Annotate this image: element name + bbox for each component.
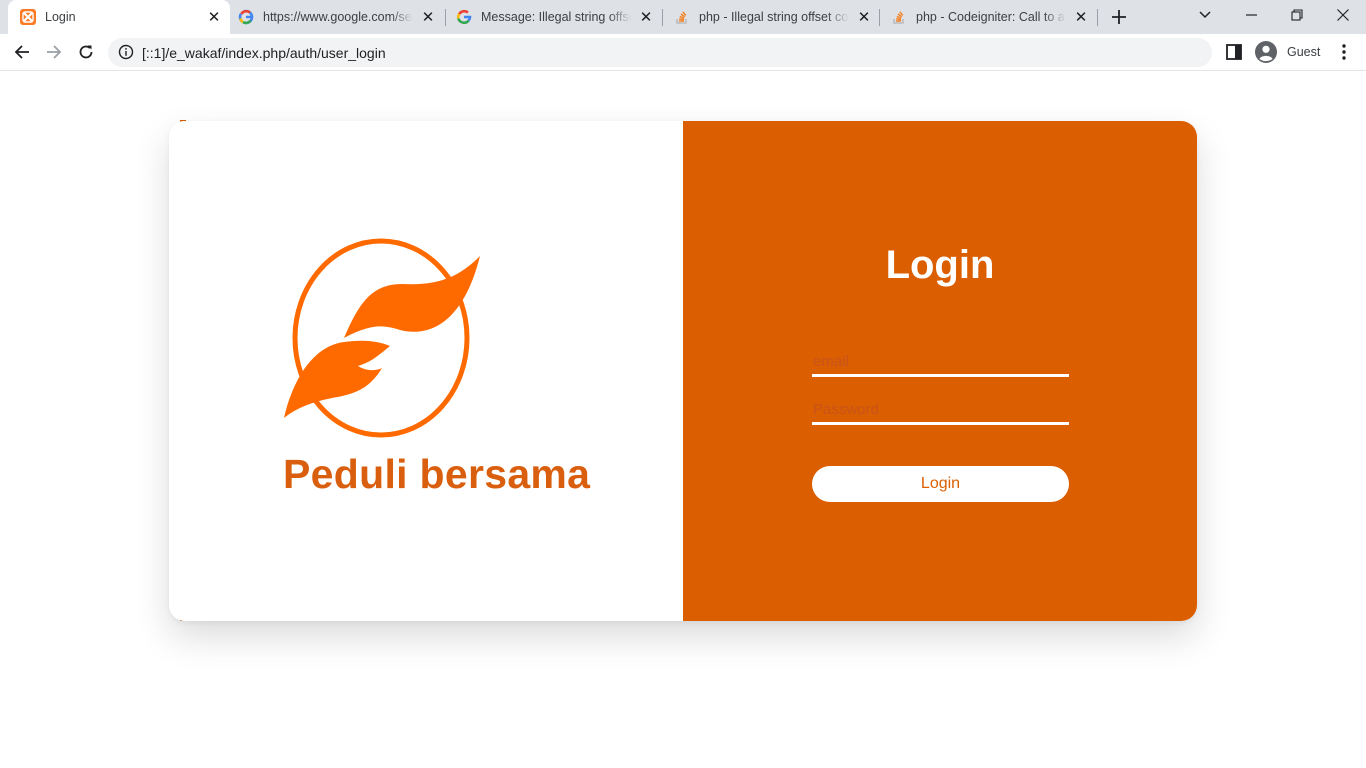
tab-title: Message: Illegal string offset [481, 10, 631, 24]
arrow-left-icon [14, 45, 29, 59]
tab-codeigniter-call[interactable]: php - Codeigniter: Call to a member ✕ [879, 0, 1097, 34]
login-button[interactable]: Login [812, 466, 1069, 502]
more-options-icon[interactable] [1334, 42, 1354, 62]
close-icon[interactable]: ✕ [419, 8, 437, 26]
tab-separator [1097, 9, 1098, 26]
address-bar[interactable]: [::1]/e_wakaf/index.php/auth/user_login [108, 38, 1212, 67]
tab-message-illegal-offset[interactable]: Message: Illegal string offset ✕ [444, 0, 662, 34]
minimize-button[interactable] [1228, 0, 1274, 30]
login-card: Peduli bersama Login Login [169, 121, 1197, 621]
close-icon[interactable]: ✕ [1072, 8, 1090, 26]
password-field[interactable] [812, 397, 1069, 425]
tab-title: php - Codeigniter: Call to a member [916, 10, 1066, 24]
google-icon [238, 9, 254, 25]
chevron-down-icon [1199, 11, 1211, 19]
close-icon[interactable]: ✕ [205, 8, 223, 26]
close-icon[interactable]: ✕ [637, 8, 655, 26]
brand-name: Peduli bersama [283, 451, 591, 497]
close-icon[interactable]: ✕ [855, 8, 873, 26]
tab-login[interactable]: Login ✕ [8, 0, 230, 34]
xampp-icon [20, 9, 36, 25]
back-button[interactable] [8, 38, 36, 66]
stackoverflow-icon [891, 9, 907, 25]
plus-icon [1112, 10, 1126, 24]
reload-icon [79, 45, 93, 59]
tab-strip: Login ✕ https://www.google.com/search ✕ … [0, 0, 1366, 34]
arrow-right-icon [47, 45, 62, 59]
side-panel-icon[interactable] [1224, 42, 1244, 62]
tab-google-search[interactable]: https://www.google.com/search ✕ [226, 0, 444, 34]
profile-button[interactable]: Guest [1252, 37, 1326, 67]
tab-title: Login [45, 10, 76, 24]
info-icon[interactable] [118, 44, 134, 60]
tab-search-button[interactable] [1182, 0, 1228, 30]
stackoverflow-icon [674, 9, 690, 25]
logo-icon [284, 238, 480, 438]
close-icon [1337, 9, 1349, 21]
browser-toolbar: [::1]/e_wakaf/index.php/auth/user_login … [0, 34, 1366, 71]
login-heading: Login [885, 243, 995, 287]
avatar-icon [1255, 41, 1277, 63]
new-tab-button[interactable] [1108, 6, 1130, 28]
address-url: [::1]/e_wakaf/index.php/auth/user_login [142, 45, 386, 61]
tab-php-illegal-offset[interactable]: php - Illegal string offset code ✕ [662, 0, 880, 34]
google-icon [456, 9, 472, 25]
brand-panel: Peduli bersama [169, 121, 683, 621]
login-panel: Login Login [683, 121, 1197, 621]
close-window-button[interactable] [1320, 0, 1366, 30]
profile-label: Guest [1287, 45, 1321, 59]
minimize-icon [1245, 14, 1257, 16]
tab-title: https://www.google.com/search [263, 10, 413, 24]
reload-button[interactable] [72, 38, 100, 66]
restore-icon [1291, 9, 1303, 21]
email-field[interactable] [812, 349, 1069, 377]
restore-button[interactable] [1274, 0, 1320, 30]
forward-button[interactable] [40, 38, 68, 66]
tab-title: php - Illegal string offset code [699, 10, 849, 24]
